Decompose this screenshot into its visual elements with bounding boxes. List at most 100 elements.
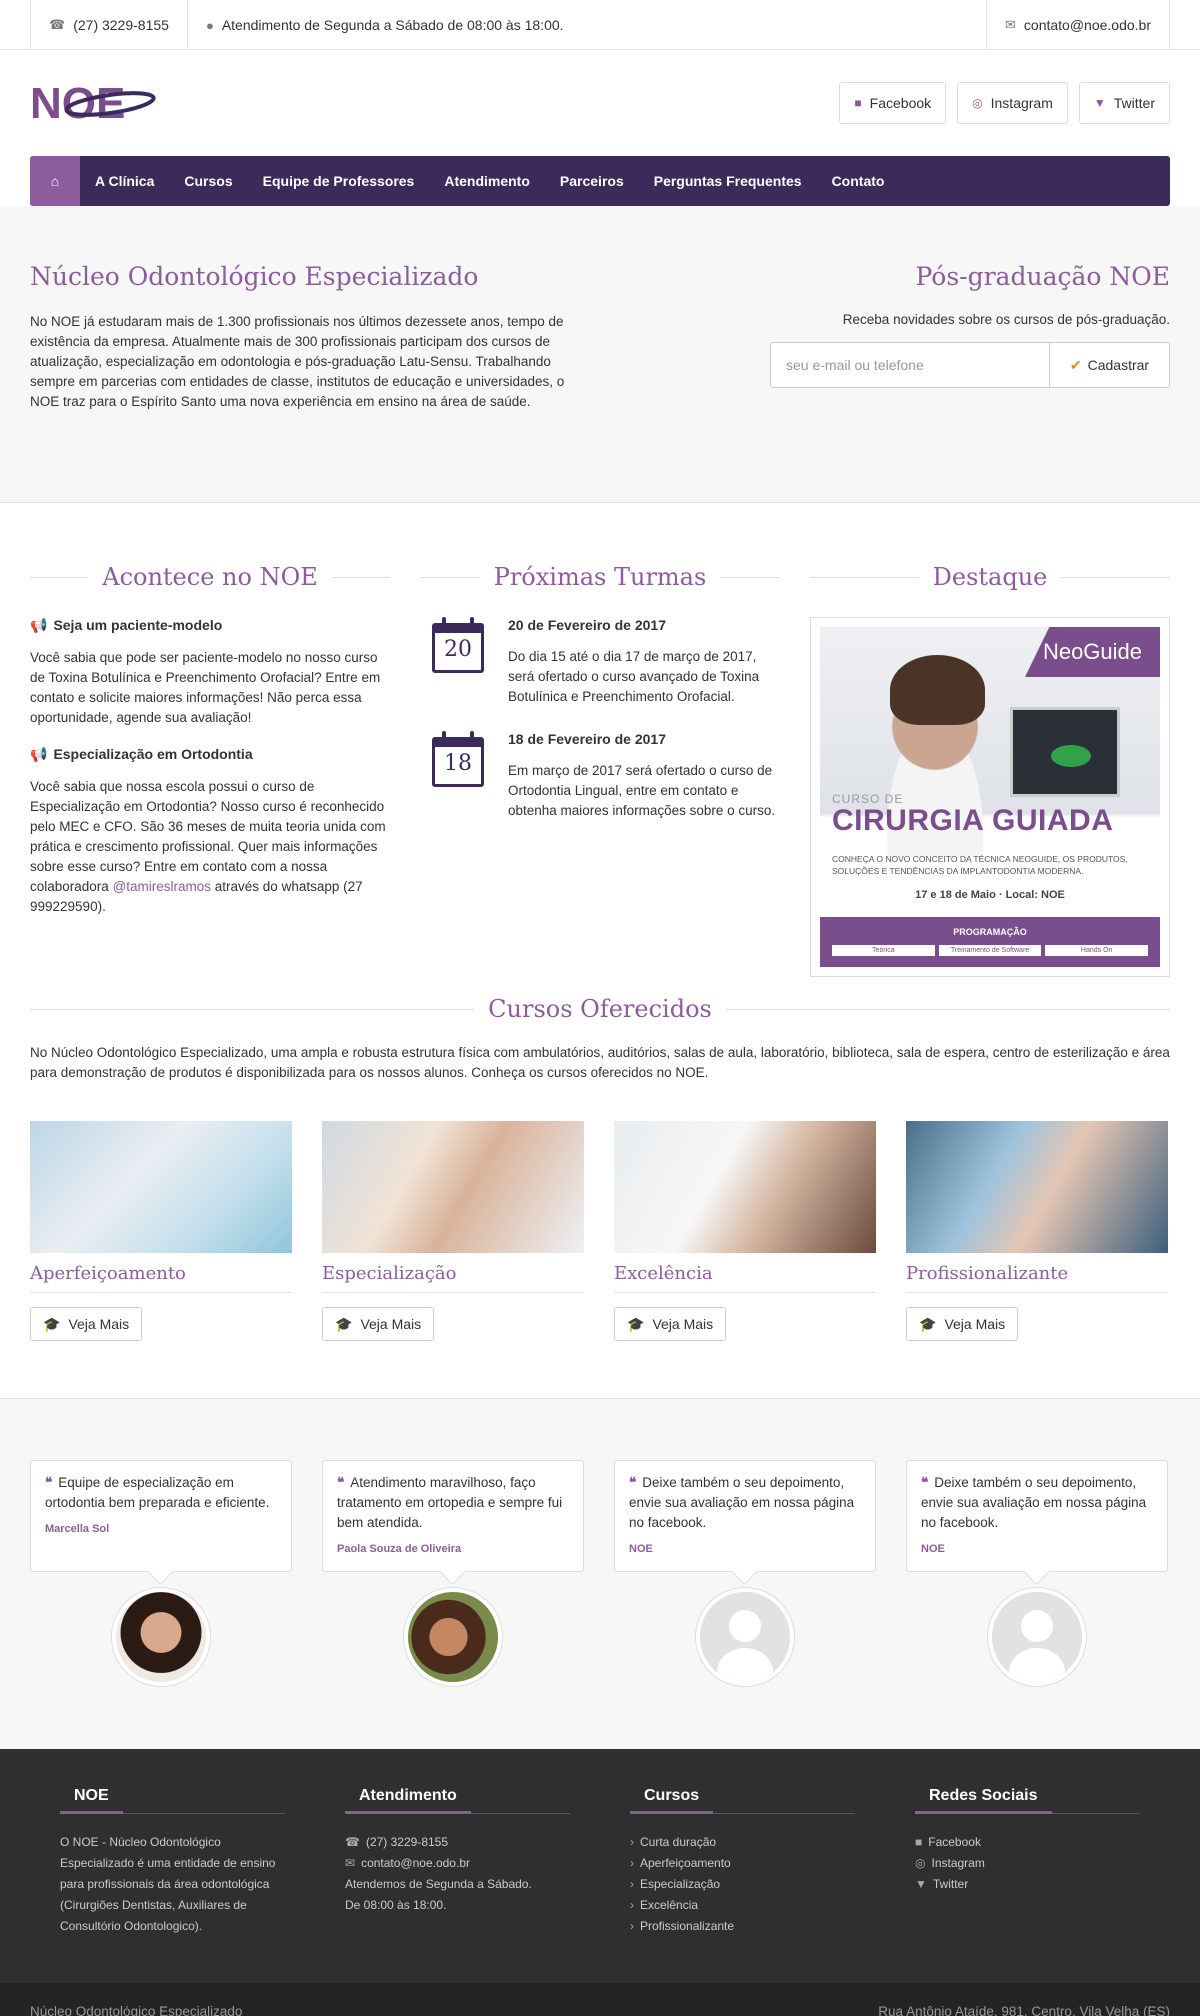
nav-faq[interactable]: Perguntas Frequentes	[639, 156, 817, 206]
curso-title[interactable]: Profissionalizante	[906, 1263, 1168, 1293]
footer-cursos-title: Cursos	[630, 1787, 714, 1814]
home-nav-button[interactable]: ⌂	[30, 156, 80, 206]
veja-mais-label: Veja Mais	[944, 1316, 1006, 1332]
footer-instagram-link[interactable]: ◎ Instagram	[915, 1853, 1140, 1874]
footer-curso-link[interactable]: › Excelência	[630, 1895, 855, 1916]
nav-professores[interactable]: Equipe de Professores	[248, 156, 430, 206]
turma-text: Em março de 2017 será ofertado o curso d…	[508, 763, 776, 818]
curso-title[interactable]: Especialização	[322, 1263, 584, 1293]
contact-input[interactable]: seu e-mail ou telefone	[771, 343, 1049, 387]
course-photo[interactable]	[614, 1121, 876, 1253]
footer-hours-2: De 08:00 às 18:00.	[345, 1898, 447, 1912]
news-title-1[interactable]: 📢 Seja um paciente-modelo	[30, 617, 390, 634]
footer-curso-label: Profissionalizante	[640, 1919, 735, 1933]
cadastrar-button[interactable]: ✔ Cadastrar	[1049, 343, 1169, 387]
footer-phone-text: (27) 3229-8155	[365, 1835, 449, 1849]
envelope-icon: ✉	[1005, 17, 1016, 32]
twitter-icon: ▼	[915, 1877, 927, 1891]
nav-contato[interactable]: Contato	[817, 156, 900, 206]
chevron-right-icon: ›	[630, 1856, 634, 1870]
home-icon: ⌂	[50, 173, 60, 189]
chevron-right-icon: ›	[630, 1919, 634, 1933]
social-buttons: ■ Facebook ◎ Instagram ▼ Twitter	[839, 82, 1170, 124]
footer-hours-1: Atendemos de Segunda a Sábado.	[345, 1877, 532, 1891]
noe-logo[interactable]: NOE	[30, 79, 160, 128]
email-info[interactable]: ✉ contato@noe.odo.br	[986, 0, 1170, 50]
footer-curso-link[interactable]: › Curta duração	[630, 1832, 855, 1853]
instagram-icon: ◎	[972, 96, 983, 110]
veja-mais-button[interactable]: 🎓 Veja Mais	[906, 1307, 1019, 1341]
footer-facebook-label: Facebook	[928, 1835, 981, 1849]
graduation-cap-icon: 🎓	[335, 1315, 353, 1332]
phone-text: (27) 3229-8155	[73, 17, 169, 33]
veja-mais-label: Veja Mais	[652, 1316, 714, 1332]
destaque-title: Destaque	[932, 563, 1048, 591]
footer-curso-link[interactable]: › Especialização	[630, 1874, 855, 1895]
turma-item: 20 20 de Fevereiro de 2017 Do dia 15 até …	[420, 617, 780, 707]
footer-curso-label: Curta duração	[640, 1835, 717, 1849]
megaphone-icon: 📢	[30, 617, 48, 633]
news-title-2[interactable]: 📢 Especialização em Ortodontia	[30, 746, 390, 763]
chevron-right-icon: ›	[630, 1898, 634, 1912]
nav-atendimento[interactable]: Atendimento	[429, 156, 545, 206]
testimonial-text: Deixe também o seu depoimento, envie sua…	[629, 1475, 855, 1530]
neoguide-logo: NeoGuide	[1025, 627, 1160, 677]
veja-mais-button[interactable]: 🎓 Veja Mais	[614, 1307, 727, 1341]
default-avatar-icon	[696, 1588, 794, 1686]
nav-parceiros[interactable]: Parceiros	[545, 156, 639, 206]
course-photo[interactable]	[906, 1121, 1168, 1253]
curso-card: Especialização 🎓 Veja Mais	[322, 1121, 584, 1341]
course-photo[interactable]	[30, 1121, 292, 1253]
chevron-right-icon: ›	[630, 1835, 634, 1849]
news-text-2: Você sabia que nossa escola possui o cur…	[30, 777, 390, 917]
poster-screen-image	[1010, 707, 1120, 797]
footer-redes-title: Redes Sociais	[915, 1787, 1052, 1814]
phone-info[interactable]: ☎ (27) 3229-8155	[30, 0, 187, 50]
footer: NOE O NOE - Núcleo Odontológico Especial…	[0, 1749, 1200, 1983]
chevron-right-icon: ›	[630, 1877, 634, 1891]
footer-curso-label: Aperfeiçoamento	[640, 1856, 731, 1870]
nav-clinica[interactable]: A Clínica	[80, 156, 169, 206]
footer-curso-link[interactable]: › Profissionalizante	[630, 1916, 855, 1937]
poster-program-label: PROGRAMAÇÃO	[953, 927, 1027, 937]
facebook-label: Facebook	[869, 95, 932, 111]
facebook-button[interactable]: ■ Facebook	[839, 82, 947, 124]
veja-mais-button[interactable]: 🎓 Veja Mais	[322, 1307, 435, 1341]
quote-icon: ❝	[921, 1475, 929, 1490]
footer-twitter-link[interactable]: ▼ Twitter	[915, 1874, 1140, 1895]
veja-mais-button[interactable]: 🎓 Veja Mais	[30, 1307, 143, 1341]
footer-email[interactable]: ✉ contato@noe.odo.br	[345, 1853, 570, 1874]
footer-phone[interactable]: ☎ (27) 3229-8155	[345, 1832, 570, 1853]
footer-curso-link[interactable]: › Aperfeiçoamento	[630, 1853, 855, 1874]
calendar-icon: 18	[432, 731, 488, 789]
footer-cursos: Cursos › Curta duração › Aperfeiçoamento ›…	[630, 1787, 855, 1937]
curso-title[interactable]: Aperfeiçoamento	[30, 1263, 292, 1293]
nav-cursos[interactable]: Cursos	[169, 156, 247, 206]
curso-title[interactable]: Excelência	[614, 1263, 876, 1293]
cursos-section: Cursos Oferecidos No Núcleo Odontológico…	[30, 995, 1170, 1341]
instagram-handle-link[interactable]: @tamireslramos	[113, 879, 211, 894]
featured-banner[interactable]: NeoGuide CURSO DE CIRURGIA GUIADA CONHEÇ…	[810, 617, 1170, 977]
testimonial-author: Marcella Sol	[45, 1523, 110, 1535]
twitter-icon: ▼	[1093, 96, 1106, 110]
twitter-button[interactable]: ▼ Twitter	[1078, 82, 1170, 124]
quote-icon: ❝	[337, 1475, 345, 1490]
curso-card: Profissionalizante 🎓 Veja Mais	[906, 1121, 1168, 1341]
course-photo[interactable]	[322, 1121, 584, 1253]
poster-tab: Hands On	[1045, 945, 1149, 956]
footer-atendimento: Atendimento ☎ (27) 3229-8155 ✉ contato@noe…	[345, 1787, 570, 1937]
footer-facebook-link[interactable]: ■ Facebook	[915, 1832, 1140, 1853]
footer-twitter-label: Twitter	[932, 1877, 969, 1891]
testimonial-author: Paola Souza de Oliveira	[337, 1543, 462, 1555]
turma-item: 18 18 de Fevereiro de 2017 Em março de 20…	[420, 731, 780, 821]
news-title-2-text: Especialização em Ortodontia	[53, 746, 253, 762]
testimonial-text: Deixe também o seu depoimento, envie sua…	[921, 1475, 1147, 1530]
testimonial-text: Atendimento maravilhoso, faço tratamento…	[337, 1475, 563, 1530]
pos-text: Receba novidades sobre os cursos de pós-…	[842, 312, 1170, 327]
footer-instagram-label: Instagram	[931, 1856, 985, 1870]
acontece-title: Acontece no NOE	[102, 563, 318, 591]
instagram-button[interactable]: ◎ Instagram	[957, 82, 1068, 124]
testimonial-author: NOE	[629, 1543, 653, 1555]
calendar-day: 18	[444, 751, 472, 776]
poster-tagline: CONHEÇA O NOVO CONCEITO DA TÉCNICA NEOGU…	[832, 854, 1128, 876]
